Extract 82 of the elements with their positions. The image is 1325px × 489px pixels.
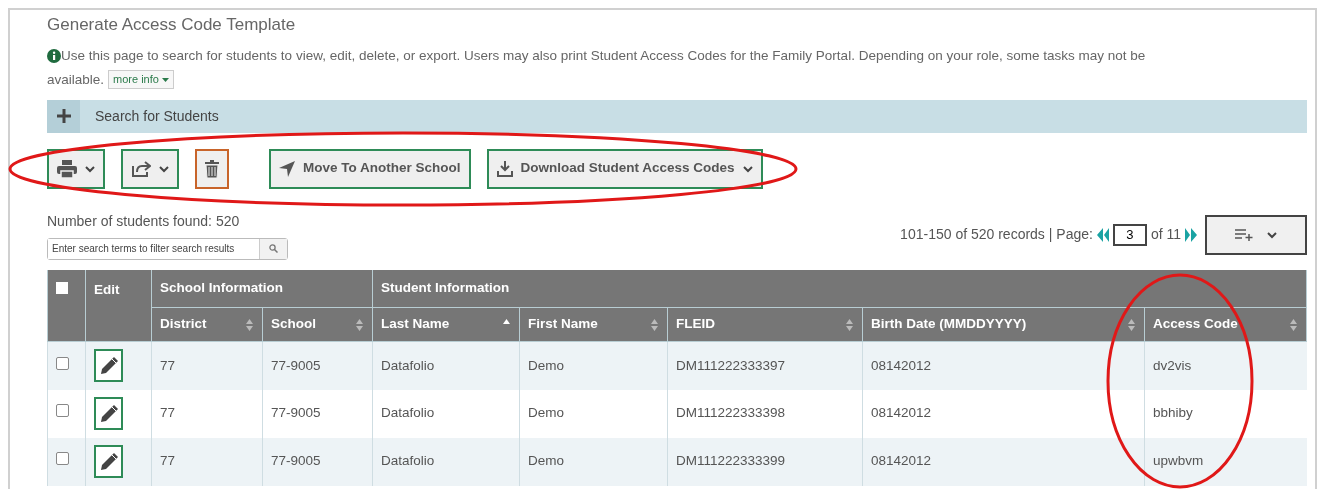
sort-icon[interactable] xyxy=(845,317,854,332)
column-header: School xyxy=(271,315,316,334)
table-cell: DM111222333399 xyxy=(667,437,863,486)
edit-button[interactable] xyxy=(94,349,123,383)
table-cell: Demo xyxy=(519,437,668,486)
row-checkbox[interactable] xyxy=(56,356,69,370)
page-field[interactable]: 3 xyxy=(1112,223,1147,246)
table-cell: DM111222333398 xyxy=(667,389,863,438)
chevron-icon xyxy=(159,164,169,173)
table-cell: bbhiby xyxy=(1144,389,1307,438)
table-cell: 77 xyxy=(151,437,263,486)
double-left-icon xyxy=(1096,227,1109,242)
export-button[interactable] xyxy=(121,148,179,189)
page-title: Generate Access Code Template xyxy=(47,14,297,36)
next-page-button[interactable] xyxy=(1185,227,1197,242)
search-panel-bar[interactable]: Search for Students xyxy=(47,99,1307,133)
column-header: FLEID xyxy=(676,315,715,334)
columns-menu-button[interactable] xyxy=(1205,214,1307,255)
column-group-header: School Information xyxy=(151,269,373,308)
table-cell: 77-9005 xyxy=(262,341,373,390)
table-cell: upwbvm xyxy=(1144,437,1307,486)
print-icon xyxy=(57,159,77,178)
page-total: of 11 xyxy=(1150,225,1181,244)
table-cell: 08142012 xyxy=(862,437,1145,486)
location-arrow-icon xyxy=(279,160,295,177)
expand-button[interactable] xyxy=(47,99,80,133)
chevron-icon xyxy=(742,164,753,173)
table-cell: 77-9005 xyxy=(262,437,373,486)
column-group-header: Student Information xyxy=(372,269,1307,308)
info-icon xyxy=(47,48,61,63)
trash-icon xyxy=(205,159,219,178)
chevron-icon xyxy=(85,164,95,173)
pencil-icon xyxy=(99,452,118,471)
previous-page-button[interactable] xyxy=(1096,227,1109,242)
select-all-checkbox[interactable] xyxy=(56,281,68,294)
sort-icon[interactable] xyxy=(1127,317,1136,332)
sort-icon[interactable] xyxy=(245,317,254,332)
pencil-icon xyxy=(99,356,118,375)
info-text: Use this page to search for students to view, edit, delete, or export. Users may also print Student Access Codes for the Family Portal. Depending on your role, some tasks may not be xyxy=(61,46,1146,65)
table-cell: 77 xyxy=(151,341,263,390)
column-header: Last Name xyxy=(381,315,450,334)
more-info-button[interactable]: more info xyxy=(108,70,174,89)
column-header: District xyxy=(160,315,207,334)
table-cell: 77 xyxy=(151,389,263,438)
table-cell: dv2vis xyxy=(1144,341,1307,390)
table-cell: Demo xyxy=(519,341,668,390)
edit-button[interactable] xyxy=(94,397,123,430)
column-header: Edit xyxy=(85,269,152,342)
student-count: Number of students found: 520 xyxy=(47,211,241,231)
table-cell: 08142012 xyxy=(862,341,1145,390)
table-cell: Datafolio xyxy=(372,389,520,438)
table-cell: 77-9005 xyxy=(262,389,373,438)
table-cell: 08142012 xyxy=(862,389,1145,438)
table-cell: Datafolio xyxy=(372,437,520,486)
search-panel-title: Search for Students xyxy=(95,106,219,126)
print-button[interactable] xyxy=(47,148,105,189)
share-icon xyxy=(131,160,151,177)
pencil-icon xyxy=(99,404,118,423)
sort-icon[interactable] xyxy=(1289,317,1298,332)
row-checkbox[interactable] xyxy=(56,452,69,466)
table-cell: DM111222333397 xyxy=(667,341,863,390)
search-icon xyxy=(269,244,279,253)
row-checkbox[interactable] xyxy=(56,404,69,418)
delete-button[interactable] xyxy=(195,148,229,189)
caret-icon xyxy=(161,78,169,83)
records-range: 101-150 of 520 records | Page: xyxy=(900,225,1093,244)
info-text: available. xyxy=(47,70,105,89)
table-cell: Demo xyxy=(519,389,668,438)
filter-field[interactable]: Enter search terms to filter search results xyxy=(47,237,288,260)
list-add-icon xyxy=(1235,228,1253,241)
sort-icon[interactable] xyxy=(355,317,364,332)
chevron-icon xyxy=(1267,230,1277,239)
table-cell: Datafolio xyxy=(372,341,520,390)
sort-icon[interactable] xyxy=(650,317,659,332)
column-header: Access Code xyxy=(1153,315,1238,334)
double-right-icon xyxy=(1185,227,1197,242)
column-header: Birth Date (MMDDYYYY) xyxy=(871,315,1027,334)
edit-button[interactable] xyxy=(94,445,123,478)
download-codes-button[interactable]: Download Student Access Codes xyxy=(486,148,763,189)
download-icon xyxy=(496,160,513,177)
move-school-button[interactable]: Move To Another School xyxy=(269,148,471,189)
column-header: First Name xyxy=(528,315,598,334)
